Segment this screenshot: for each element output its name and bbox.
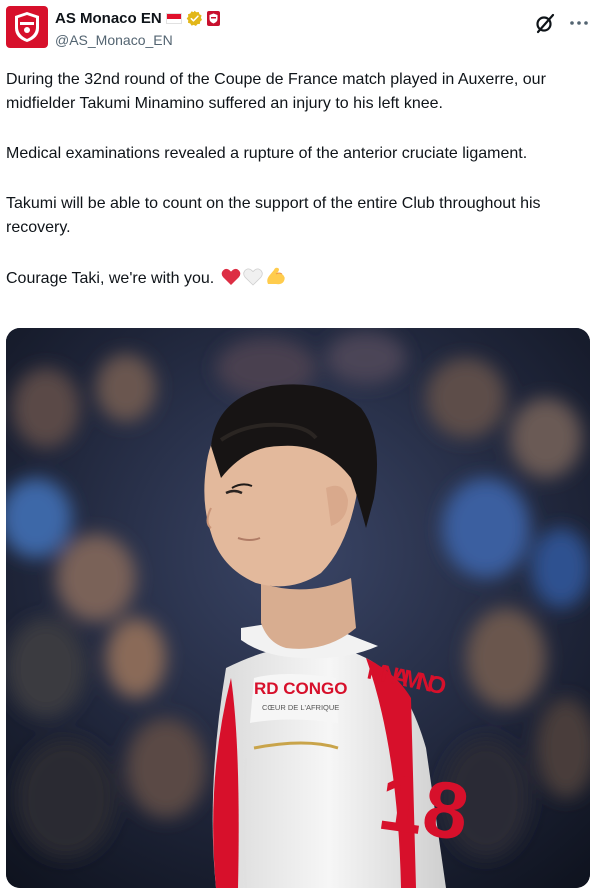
more-options-icon <box>570 21 588 25</box>
jersey-sponsor-sub: CŒUR DE L'AFRIQUE <box>262 703 339 712</box>
more-options-button[interactable] <box>568 12 590 34</box>
tweet-text: During the 32nd round of the Coupe de Fr… <box>6 68 594 320</box>
monaco-flag-icon <box>165 13 182 24</box>
as-monaco-crest-icon <box>15 12 39 42</box>
name-row: AS Monaco EN <box>55 10 220 27</box>
display-name[interactable]: AS Monaco EN <box>55 10 162 27</box>
tweet-media-photo[interactable]: RD CONGO CŒUR DE L'AFRIQUE MINAMINO 18 <box>6 328 590 888</box>
player-photo: RD CONGO CŒUR DE L'AFRIQUE MINAMINO 18 <box>6 328 590 888</box>
grok-icon <box>536 13 555 34</box>
monaco-affiliate-badge-icon[interactable] <box>206 11 220 26</box>
affiliate-crest-glyph <box>209 13 218 24</box>
white-heart-icon <box>242 268 263 294</box>
tweet-paragraph-last: Courage Taki, we're with you. <box>6 266 594 294</box>
avatar[interactable] <box>6 6 48 48</box>
tweet-paragraph: Courage Taki, we're with you. <box>6 270 215 287</box>
handle[interactable]: @AS_Monaco_EN <box>55 32 173 48</box>
red-heart-icon <box>221 268 241 294</box>
flexed-biceps-icon <box>265 266 287 294</box>
jersey-sponsor: RD CONGO <box>254 679 348 698</box>
grok-button[interactable] <box>534 12 556 34</box>
tweet-paragraph: Takumi will be able to count on the supp… <box>6 195 541 236</box>
tweet-paragraph: During the 32nd round of the Coupe de Fr… <box>6 71 546 112</box>
gold-verified-badge-icon[interactable] <box>186 10 203 27</box>
tweet-header: AS Monaco EN @AS_Monaco_EN <box>6 6 594 54</box>
jersey-number: 18 <box>374 757 475 858</box>
jersey-sponsor-logo: RD CONGO CŒUR DE L'AFRIQUE <box>254 679 348 712</box>
tweet-paragraph: Medical examinations revealed a rupture … <box>6 145 528 162</box>
